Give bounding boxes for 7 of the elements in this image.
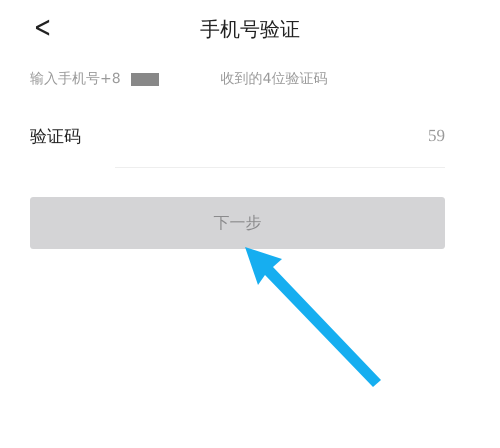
instruction-text: 输入手机号+8 <box>30 70 121 88</box>
countdown-text: 59 <box>428 126 445 146</box>
page-title: 手机号验证 <box>200 16 300 42</box>
back-button[interactable]: < <box>34 10 52 45</box>
instruction-text: 收到的4位验证码 <box>220 70 328 88</box>
field-label: 验证码 <box>30 126 81 148</box>
redaction-block <box>130 72 159 86</box>
